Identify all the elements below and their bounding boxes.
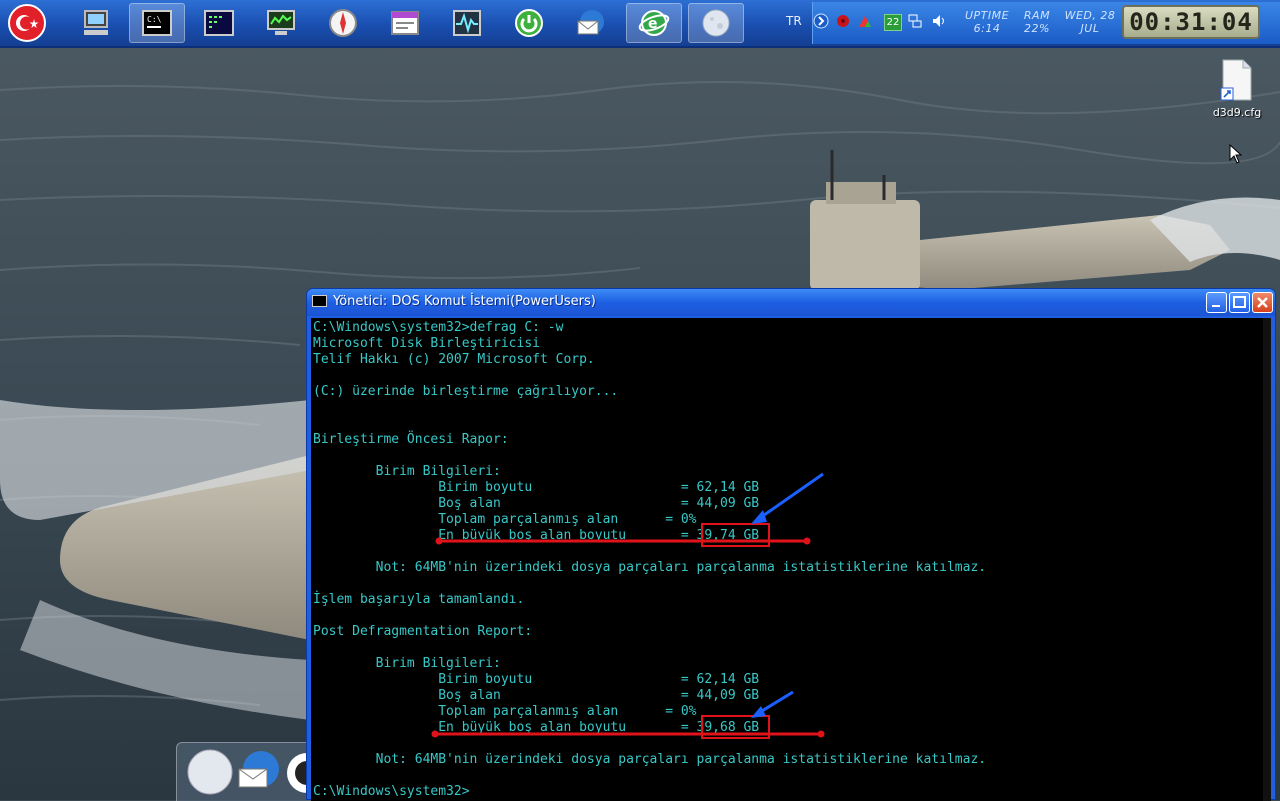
console-line: Microsoft Disk Birleştiricisi — [313, 336, 540, 351]
minimize-button[interactable] — [1206, 292, 1227, 313]
close-button[interactable] — [1252, 292, 1273, 313]
date-stat: WED, 28 JUL — [1062, 9, 1118, 35]
terminal-icon[interactable] — [191, 3, 247, 43]
language-indicator[interactable]: TR — [786, 14, 802, 28]
uptime-value: 6:14 — [973, 22, 1001, 35]
speaker-icon[interactable] — [930, 12, 948, 30]
console-line: Birim Bilgileri: — [313, 464, 501, 479]
console-line: Birim Bilgileri: — [313, 656, 501, 671]
console-line: Not: 64MB'nin üzerindeki dosya parçaları… — [313, 560, 987, 575]
console-line: Birleştirme Öncesi Rapor: — [313, 432, 509, 447]
maximize-button[interactable] — [1229, 292, 1250, 313]
mouse-cursor-icon — [1229, 144, 1243, 164]
console-line: Boş alan = 44,09 GB — [313, 496, 760, 511]
file-shortcut-icon — [1220, 59, 1252, 101]
console-output: C:\Windows\system32>defrag C: -w Microsof… — [311, 318, 1271, 800]
ram-value: 22% — [1024, 22, 1050, 35]
ram-label: RAM — [1023, 9, 1051, 22]
tray-expand-icon[interactable] — [812, 12, 830, 30]
console-output-area[interactable]: C:\Windows\system32>defrag C: -w Microsof… — [311, 318, 1271, 801]
start-orb-icon[interactable] — [4, 3, 50, 43]
moon-icon[interactable] — [688, 3, 744, 43]
network-tray-icon[interactable] — [856, 12, 874, 30]
desktop-file-icon[interactable]: d3d9.cfg — [1204, 58, 1270, 119]
console-line: Telif Hakkı (c) 2007 Microsoft Corp. — [313, 352, 595, 367]
console-line: En büyük boş alan boyutu = 39,68 GB — [313, 720, 760, 735]
flower-tray-icon[interactable] — [834, 12, 852, 30]
mail-icon[interactable] — [563, 3, 619, 43]
svg-text:e: e — [648, 16, 658, 32]
date-line1: WED, 28 — [1064, 9, 1116, 22]
console-line: Toplam parçalanmış alan = 0% — [313, 512, 697, 527]
digital-clock[interactable]: 00:31:04 — [1122, 5, 1260, 39]
monitor-icon[interactable] — [253, 3, 309, 43]
close-icon — [1257, 297, 1268, 308]
desktop-file-label: d3d9.cfg — [1212, 106, 1262, 119]
console-line: Toplam parçalanmış alan = 0% — [313, 704, 697, 719]
dock-bar — [176, 742, 312, 801]
console-title-icon — [312, 295, 327, 307]
tray-badge[interactable]: 22 — [884, 14, 902, 31]
window-icon[interactable] — [377, 3, 433, 43]
console-line: En büyük boş alan boyutu = 39,74 GB — [313, 528, 760, 543]
console-line: Post Defragmentation Report: — [313, 624, 533, 639]
pulse-icon[interactable] — [439, 3, 495, 43]
ie-icon[interactable]: e — [626, 3, 682, 43]
uptime-label: UPTIME — [964, 9, 1010, 22]
window-titlebar[interactable]: Yönetici: DOS Komut İstemi(PowerUsers) — [307, 289, 1275, 316]
compass-icon[interactable] — [315, 3, 371, 43]
dock-moon-icon[interactable] — [187, 749, 233, 795]
console-line: Not: 64MB'nin üzerindeki dosya parçaları… — [313, 752, 987, 767]
console-line: Boş alan = 44,09 GB — [313, 688, 760, 703]
uptime-stat: UPTIME 6:14 — [962, 9, 1012, 35]
computer-icon[interactable] — [68, 3, 124, 43]
console-line: C:\Windows\system32> — [313, 784, 470, 799]
ram-stat: RAM 22% — [1018, 9, 1056, 35]
power-icon[interactable] — [501, 3, 557, 43]
console-icon[interactable]: C:\ — [129, 3, 185, 43]
console-line: C:\Windows\system32>defrag C: -w — [313, 320, 564, 335]
console-line: Birim boyutu = 62,14 GB — [313, 480, 760, 495]
window-title: Yönetici: DOS Komut İstemi(PowerUsers) — [333, 294, 596, 309]
network-connection-icon[interactable] — [906, 12, 924, 30]
svg-text:C:\: C:\ — [147, 15, 162, 24]
minimize-icon — [1212, 305, 1220, 307]
console-line: (C:) üzerinde birleştirme çağrılıyor... — [313, 384, 619, 399]
top-taskbar: C:\ e TR 22 UPTIME 6:14 RAM 22% WED, 28 … — [0, 0, 1280, 48]
maximize-icon — [1233, 296, 1246, 308]
console-line: Birim boyutu = 62,14 GB — [313, 672, 760, 687]
dock-mail-icon[interactable] — [235, 747, 283, 795]
console-scrollbar[interactable] — [1263, 318, 1271, 801]
console-line: İşlem başarıyla tamamlandı. — [313, 592, 525, 607]
date-line2: JUL — [1080, 22, 1100, 35]
console-window[interactable]: Yönetici: DOS Komut İstemi(PowerUsers) C… — [306, 288, 1276, 801]
